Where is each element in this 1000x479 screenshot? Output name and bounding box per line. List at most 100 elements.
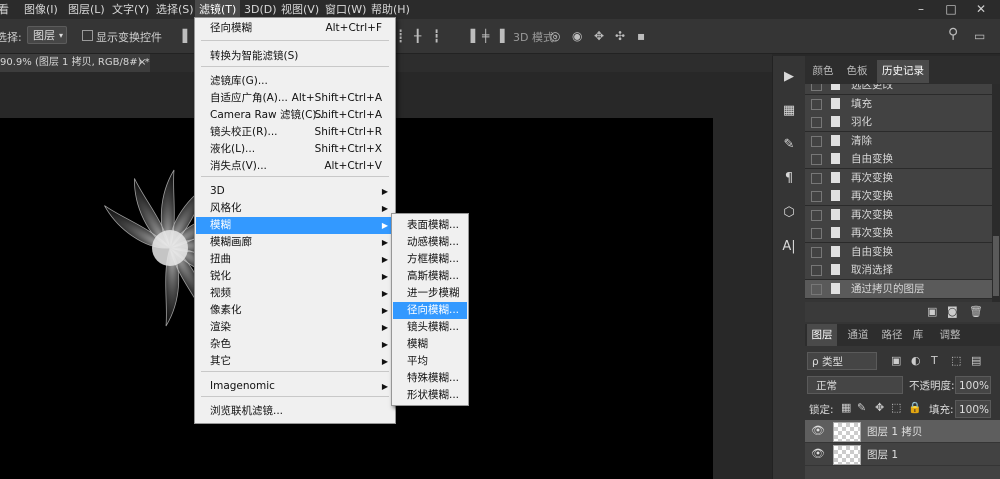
snapshot-checkbox[interactable]: [811, 117, 822, 128]
history-item[interactable]: 自由变换: [805, 150, 992, 169]
layer-row[interactable]: 👁 图层 1: [805, 443, 1000, 465]
filter-menu-item[interactable]: 浏览联机滤镜...: [196, 403, 394, 420]
snapshot-checkbox[interactable]: [811, 191, 822, 202]
snapshot-checkbox[interactable]: [811, 209, 822, 221]
select-dropdown[interactable]: 图层 ▾: [27, 26, 67, 44]
roll-3d-icon[interactable]: ◉: [572, 29, 582, 43]
snapshot-checkbox[interactable]: [811, 172, 822, 184]
filter-menu-item[interactable]: 杂色 ▶: [196, 336, 394, 353]
scale-3d-icon[interactable]: ▪: [637, 29, 645, 43]
blur-submenu-item[interactable]: 形状模糊...: [393, 387, 467, 404]
filter-menu-item[interactable]: 渲染 ▶: [196, 319, 394, 336]
tab-channels[interactable]: 通道: [843, 324, 873, 346]
distribute-icon[interactable]: ┋: [397, 29, 404, 43]
close-tab-icon[interactable]: ×: [138, 54, 146, 72]
filter-menu-item[interactable]: 锐化 ▶: [196, 268, 394, 285]
snapshot-checkbox[interactable]: [811, 84, 822, 91]
minimize-icon[interactable]: –: [910, 0, 932, 19]
filter-menu-item[interactable]: 像素化 ▶: [196, 302, 394, 319]
history-scrollbar[interactable]: [992, 84, 1000, 302]
tab-history[interactable]: 历史记录: [877, 60, 929, 83]
filter-menu-item[interactable]: 3D ▶: [196, 183, 394, 200]
lock-all-icon[interactable]: 🔒: [908, 401, 922, 414]
filter-shape-icon[interactable]: ⬚: [951, 354, 961, 367]
distribute-left-icon[interactable]: ▐: [466, 29, 475, 43]
menu-image[interactable]: 图像(I): [20, 0, 62, 19]
distribute-center-icon[interactable]: ╂: [414, 29, 421, 43]
filter-menu-item[interactable]: 扭曲 ▶: [196, 251, 394, 268]
history-item[interactable]: 清除: [805, 131, 992, 151]
eye-icon[interactable]: 👁: [811, 424, 825, 437]
3d-cube-icon[interactable]: ⬡: [777, 202, 801, 224]
filter-menu-item[interactable]: 滤镜库(G)...: [196, 73, 394, 90]
scroll-thumb[interactable]: [993, 236, 999, 296]
snapshot-checkbox[interactable]: [811, 246, 822, 258]
menu-select[interactable]: 选择(S): [152, 0, 198, 19]
document-tab[interactable]: 90.9% (图层 1 拷贝, RGB/8#) * ×: [0, 54, 150, 72]
align-top-icon[interactable]: ▐: [178, 29, 187, 43]
workspace-icon[interactable]: ▭: [974, 29, 985, 43]
filter-type-icon[interactable]: T: [931, 354, 938, 367]
new-snapshot-icon[interactable]: ▣: [927, 305, 937, 318]
lock-transparent-icon[interactable]: ▦: [841, 401, 851, 414]
filter-menu-item[interactable]: 视频 ▶: [196, 285, 394, 302]
lock-paint-icon[interactable]: ✎: [857, 401, 866, 414]
menu-view-partial[interactable]: 看: [0, 0, 13, 19]
play-icon[interactable]: ▶: [777, 66, 801, 88]
tab-adjustments[interactable]: 调整: [935, 324, 965, 346]
filter-menu-item[interactable]: 液化(L)... Shift+Ctrl+X: [196, 141, 394, 158]
eye-icon[interactable]: 👁: [811, 447, 825, 460]
distribute-right-icon[interactable]: ▌: [500, 29, 509, 43]
snapshot-checkbox[interactable]: [811, 265, 822, 276]
search-icon[interactable]: ⚲: [948, 26, 958, 42]
filter-menu-item[interactable]: Imagenomic ▶: [196, 378, 394, 395]
maximize-icon[interactable]: □: [940, 0, 962, 19]
tab-paths[interactable]: 路径: [877, 324, 907, 346]
history-item[interactable]: 通过拷贝的图层: [805, 279, 992, 299]
history-item[interactable]: 再次变换: [805, 168, 992, 188]
history-item[interactable]: 填充: [805, 94, 992, 114]
blur-submenu-item[interactable]: 表面模糊...: [393, 217, 467, 234]
snapshot-checkbox[interactable]: [811, 283, 822, 295]
filter-smart-icon[interactable]: ▤: [971, 354, 981, 367]
character-icon[interactable]: A|: [777, 236, 801, 258]
tab-swatches[interactable]: 色板: [841, 60, 873, 83]
filter-menu-item[interactable]: 风格化 ▶: [196, 200, 394, 217]
snapshot-checkbox[interactable]: [811, 154, 822, 165]
tab-layers[interactable]: 图层: [807, 324, 837, 346]
blur-submenu-item[interactable]: 进一步模糊: [393, 285, 467, 302]
fill-input[interactable]: 100%: [955, 400, 991, 418]
history-item[interactable]: 选区更改: [805, 84, 992, 95]
show-transform-checkbox[interactable]: [82, 30, 93, 41]
properties-icon[interactable]: ▦: [777, 100, 801, 122]
tab-libraries[interactable]: 库: [909, 324, 927, 346]
filter-menu-item[interactable]: 自适应广角(A)... Alt+Shift+Ctrl+A: [196, 90, 394, 107]
filter-menu-item[interactable]: 转换为智能滤镜(S): [196, 48, 394, 65]
blur-submenu-item[interactable]: 镜头模糊...: [393, 319, 467, 336]
filter-menu-item[interactable]: Camera Raw 滤镜(C)... Shift+Ctrl+A: [196, 107, 394, 124]
history-item[interactable]: 取消选择: [805, 261, 992, 280]
filter-menu-item[interactable]: 模糊 ▶: [196, 217, 394, 234]
filter-menu-item[interactable]: 镜头校正(R)... Shift+Ctrl+R: [196, 124, 394, 141]
filter-adjust-icon[interactable]: ◐: [911, 354, 921, 367]
opacity-input[interactable]: 100%: [955, 376, 991, 394]
layer-filter-select[interactable]: ρ 类型: [807, 352, 877, 370]
history-item[interactable]: 自由变换: [805, 242, 992, 262]
pan-3d-icon[interactable]: ✥: [594, 29, 604, 43]
snapshot-checkbox[interactable]: [811, 228, 822, 239]
snapshot-checkbox[interactable]: [811, 135, 822, 147]
menu-type[interactable]: 文字(Y): [108, 0, 153, 19]
filter-menu-item[interactable]: 径向模糊 Alt+Ctrl+F: [196, 20, 394, 37]
filter-pixel-icon[interactable]: ▣: [891, 354, 901, 367]
lock-artboard-icon[interactable]: ⬚: [891, 401, 901, 414]
distribute-bottom-icon[interactable]: ┇: [433, 29, 440, 43]
orbit-3d-icon[interactable]: ◎: [550, 29, 560, 43]
history-item[interactable]: 再次变换: [805, 224, 992, 243]
camera-icon[interactable]: ◙: [947, 305, 958, 318]
lock-position-icon[interactable]: ✥: [875, 401, 884, 414]
layer-row-selected[interactable]: 👁 图层 1 拷贝: [805, 420, 1000, 442]
tab-color[interactable]: 颜色: [807, 60, 839, 83]
history-item[interactable]: 再次变换: [805, 205, 992, 225]
distribute-hcenter-icon[interactable]: ╪: [482, 29, 489, 43]
trash-icon[interactable]: 🗑: [969, 305, 983, 318]
